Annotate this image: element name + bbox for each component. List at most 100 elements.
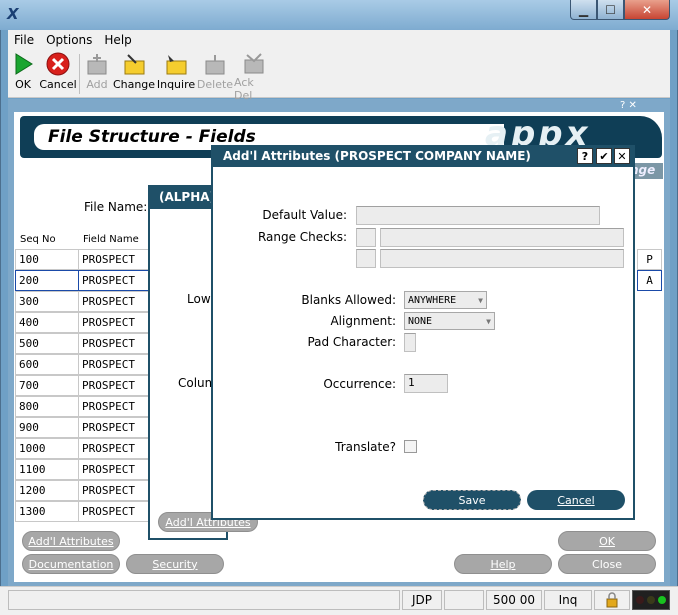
ack-delete-icon — [242, 52, 266, 74]
range-check-value-2[interactable] — [380, 249, 624, 268]
row-seq-no[interactable]: 400 — [15, 312, 79, 333]
cancel-button[interactable]: Cancel — [527, 490, 625, 510]
menu-options[interactable]: Options — [40, 33, 98, 47]
row-field-name[interactable]: PROSPECT — [78, 501, 150, 522]
ok-button[interactable]: OK — [558, 531, 656, 551]
default-value-field[interactable] — [356, 206, 600, 225]
play-icon — [11, 52, 35, 76]
blanks-allowed-label: Blanks Allowed: — [301, 293, 396, 307]
chevron-down-icon: ▼ — [486, 316, 491, 326]
change-tool-label: Change — [112, 78, 156, 91]
status-time: 500 00 — [486, 590, 542, 610]
ack-del-tool-button[interactable]: Ack Del — [234, 52, 274, 102]
file-name-label: File Name: — [84, 200, 148, 214]
menu-file[interactable]: File — [8, 33, 40, 47]
row-seq-no[interactable]: 200 — [15, 270, 79, 291]
range-checks-label: Range Checks: — [257, 230, 347, 244]
row-seq-no[interactable]: 800 — [15, 396, 79, 417]
row-field-name[interactable]: PROSPECT — [78, 354, 150, 375]
status-blank — [444, 590, 484, 610]
delete-record-icon — [203, 52, 227, 76]
pad-character-label: Pad Character: — [307, 335, 396, 349]
blanks-allowed-value: ANYWHERE — [408, 294, 457, 306]
row-seq-no[interactable]: 1000 — [15, 438, 79, 459]
row-field-name[interactable]: PROSPECT — [78, 480, 150, 501]
row-field-name[interactable]: PROSPECT — [78, 438, 150, 459]
documentation-button[interactable]: Documentation — [22, 554, 120, 574]
app-x-icon: X — [7, 5, 19, 23]
cancel-tool-label: Cancel — [39, 78, 77, 91]
dialog-help-button[interactable]: ? — [577, 148, 593, 164]
status-message — [8, 590, 400, 610]
chevron-down-icon: ▼ — [478, 295, 483, 305]
occurrence-field[interactable]: 1 — [404, 374, 448, 393]
menu-help[interactable]: Help — [98, 33, 137, 47]
addl-attributes-button[interactable]: Add'l Attributes — [22, 531, 120, 551]
add-tool-button[interactable]: Add — [84, 52, 110, 96]
row-field-name[interactable]: PROSPECT — [78, 459, 150, 480]
toolbar-separator — [79, 54, 80, 94]
inner-window-controls[interactable]: ? ✕ — [620, 100, 648, 112]
row-field-name[interactable]: PROSPECT — [78, 417, 150, 438]
range-check-op-1[interactable] — [356, 228, 376, 247]
default-value-label: Default Value: — [262, 208, 347, 222]
pad-character-field[interactable] — [404, 333, 416, 352]
translate-label: Translate? — [335, 440, 396, 454]
row-field-name[interactable]: PROSPECT — [78, 333, 150, 354]
alignment-label: Alignment: — [330, 314, 396, 328]
change-record-icon — [122, 52, 146, 76]
help-button[interactable]: Help — [454, 554, 552, 574]
cancel-x-icon — [46, 52, 70, 76]
dialog-ok-check-icon[interactable]: ✔ — [596, 148, 612, 164]
occurrence-label: Occurrence: — [323, 377, 396, 391]
alignment-value: NONE — [408, 315, 433, 327]
row-field-name[interactable]: PROSPECT — [78, 270, 150, 291]
row-seq-no[interactable]: 600 — [15, 354, 79, 375]
row-field-name[interactable]: PROSPECT — [78, 249, 150, 270]
inquire-tool-button[interactable]: Inquire — [156, 52, 196, 96]
row-field-name[interactable]: PROSPECT — [78, 396, 150, 417]
range-check-op-2[interactable] — [356, 249, 376, 268]
status-user: JDP — [402, 590, 442, 610]
row-field-name[interactable]: PROSPECT — [78, 375, 150, 396]
row-seq-no[interactable]: 300 — [15, 291, 79, 312]
translate-checkbox[interactable] — [404, 440, 417, 453]
close-window-button[interactable]: ✕ — [624, 0, 670, 20]
row-field-name[interactable]: PROSPECT — [78, 291, 150, 312]
row-seq-no[interactable]: 1100 — [15, 459, 79, 480]
dialog-close-icon[interactable]: ✕ — [614, 148, 630, 164]
add-record-icon — [85, 52, 109, 76]
save-button[interactable]: Save — [423, 490, 521, 510]
ok-tool-button[interactable]: OK — [12, 52, 34, 96]
security-button[interactable]: Security — [126, 554, 224, 574]
col-header-seq: Seq No — [20, 234, 56, 245]
minimize-button[interactable]: ▁ — [570, 0, 597, 20]
lock-icon — [594, 590, 630, 610]
blanks-allowed-select[interactable]: ANYWHERE ▼ — [404, 291, 487, 309]
traffic-light-icon — [632, 590, 670, 610]
menu-bar: File Options Help — [8, 30, 670, 50]
row-seq-no[interactable]: 900 — [15, 417, 79, 438]
alignment-select[interactable]: NONE ▼ — [404, 312, 495, 330]
row-seq-no[interactable]: 1200 — [15, 480, 79, 501]
page-title: File Structure - Fields — [48, 127, 256, 147]
ok-tool-label: OK — [15, 78, 31, 91]
delete-tool-label: Delete — [196, 78, 234, 91]
row-flag[interactable]: P — [637, 249, 662, 270]
col-header-field-name: Field Name — [83, 234, 139, 245]
maximize-button[interactable]: ☐ — [597, 0, 624, 20]
range-check-value-1[interactable] — [380, 228, 624, 247]
row-seq-no[interactable]: 100 — [15, 249, 79, 270]
delete-tool-button[interactable]: Delete — [196, 52, 234, 96]
row-seq-no[interactable]: 700 — [15, 375, 79, 396]
close-button[interactable]: Close — [558, 554, 656, 574]
row-seq-no[interactable]: 500 — [15, 333, 79, 354]
alpha-low-label: Low — [187, 292, 211, 306]
cancel-tool-button[interactable]: Cancel — [39, 52, 77, 96]
add-tool-label: Add — [86, 78, 108, 91]
row-field-name[interactable]: PROSPECT — [78, 312, 150, 333]
row-seq-no[interactable]: 1300 — [15, 501, 79, 522]
change-tool-button[interactable]: Change — [112, 52, 156, 96]
inquire-tool-label: Inquire — [156, 78, 196, 91]
row-flag[interactable]: A — [637, 270, 662, 291]
